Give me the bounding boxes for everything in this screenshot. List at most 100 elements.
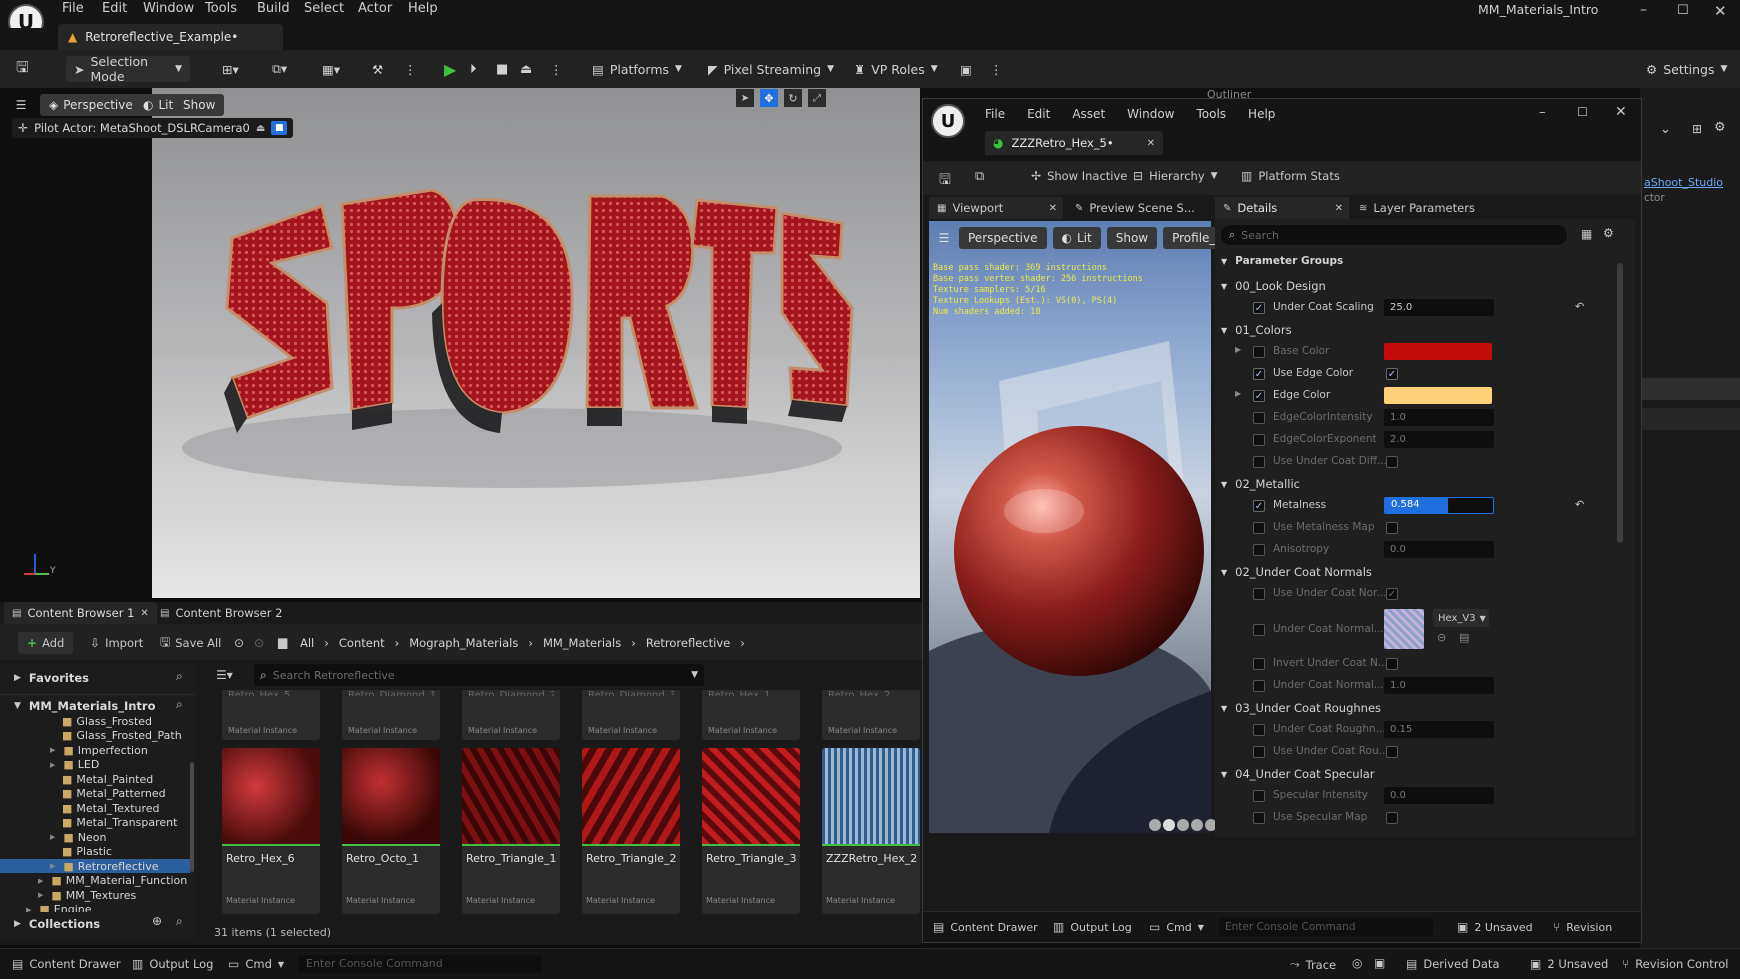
tree-item[interactable]: ■ Metal_Patterned: [0, 787, 190, 801]
collections-header[interactable]: ▶ Collections: [14, 916, 100, 932]
tree-item[interactable]: ▶ ■ LED: [0, 758, 190, 772]
output-log-button[interactable]: ▥ Output Log: [132, 957, 214, 971]
lit-button[interactable]: ◐ Lit: [1052, 227, 1101, 249]
override-checkbox[interactable]: [1253, 412, 1265, 424]
tab-viewport[interactable]: ▦ Viewport ✕: [929, 197, 1063, 219]
use-edge-color-checkbox[interactable]: ✓: [1386, 368, 1398, 380]
cube-icon[interactable]: [1191, 819, 1203, 831]
override-checkbox[interactable]: ✓: [1253, 302, 1265, 314]
menu-window[interactable]: Window: [1127, 107, 1174, 121]
show-inactive-button[interactable]: ✢ Show Inactive: [1031, 169, 1127, 183]
group-look-design[interactable]: ▼ 00_Look Design: [1221, 275, 1601, 297]
select-tool-icon[interactable]: ➤: [736, 89, 754, 107]
under-coat-scaling-field[interactable]: 25.0: [1384, 299, 1494, 316]
modes-icon[interactable]: ⚒: [372, 56, 383, 82]
chevron-right-icon[interactable]: ▶: [38, 877, 43, 885]
revision-control-button[interactable]: ⑂ Revision Control: [1622, 957, 1729, 971]
tree-item[interactable]: ▶ ■ Neon: [0, 830, 190, 844]
tree-item[interactable]: ▶ ■ Engine: [0, 903, 190, 912]
parameter-groups-header[interactable]: ▼ Parameter Groups: [1221, 251, 1611, 271]
screenshot-icon[interactable]: ▣: [1374, 956, 1385, 970]
breadcrumb-mm-materials[interactable]: MM_Materials: [543, 636, 621, 650]
history-forward-icon[interactable]: ⊙: [254, 636, 264, 650]
blueprint-icon[interactable]: ⧉▾: [272, 56, 287, 82]
chevron-right-icon[interactable]: ▶: [38, 891, 43, 899]
close-icon[interactable]: ✕: [140, 608, 148, 619]
details-scrollbar[interactable]: [1617, 263, 1623, 543]
pixel-streaming-button[interactable]: ◤ Pixel Streaming ▼: [708, 56, 834, 82]
override-checkbox[interactable]: ✓: [1253, 390, 1265, 402]
output-log-button[interactable]: ▥ Output Log: [1053, 920, 1132, 934]
browse-icon[interactable]: ▤: [1459, 631, 1469, 644]
menu-help[interactable]: Help: [1248, 107, 1275, 121]
browse-icon[interactable]: ⧉: [975, 169, 984, 184]
group-colors[interactable]: ▼ 01_Colors: [1221, 319, 1601, 341]
tab-layer-parameters[interactable]: ≋ Layer Parameters: [1359, 197, 1475, 219]
group-under-coat-roughness[interactable]: ▼ 03_Under Coat Roughnes: [1221, 697, 1601, 719]
history-back-icon[interactable]: ⊙: [234, 636, 244, 650]
record-icon[interactable]: ◎: [1352, 956, 1362, 970]
override-checkbox[interactable]: [1253, 456, 1265, 468]
perspective-button[interactable]: ◈ Perspective: [40, 94, 142, 116]
cinematics-icon[interactable]: ▦▾: [322, 56, 340, 82]
unsaved-button[interactable]: ▣ 2 Unsaved: [1457, 920, 1533, 934]
eject-icon[interactable]: ⏏: [520, 56, 532, 82]
viewport-menu-icon[interactable]: ☰: [935, 229, 953, 247]
breadcrumb-all[interactable]: All: [300, 636, 314, 650]
edge-color-swatch[interactable]: [1384, 387, 1492, 404]
normal-texture-picker[interactable]: Hex_V3 ▼: [1433, 609, 1489, 627]
tab-content-browser-1[interactable]: ▤ Content Browser 1 ✕: [4, 602, 157, 624]
tab-content-browser-2[interactable]: ▤ Content Browser 2: [152, 602, 290, 624]
menu-actor[interactable]: Actor: [358, 1, 392, 16]
asset-tile[interactable]: Retro_Triangle_2 Material Instance: [582, 748, 680, 914]
save-icon[interactable]: 🖫: [16, 56, 29, 82]
more-icon[interactable]: ⋮: [404, 56, 417, 82]
search-icon[interactable]: ⌕: [176, 697, 183, 712]
stop-icon[interactable]: ■: [496, 56, 508, 82]
add-actor-icon[interactable]: ⊞▾: [222, 56, 239, 82]
tree-scrollbar[interactable]: [190, 762, 194, 872]
override-checkbox[interactable]: ✓: [1253, 368, 1265, 380]
override-checkbox[interactable]: [1253, 544, 1265, 556]
anisotropy-field[interactable]: 0.0: [1384, 541, 1494, 558]
metalness-slider[interactable]: 0.584: [1384, 497, 1494, 514]
tree-item[interactable]: ■ Metal_Transparent: [0, 816, 190, 830]
breadcrumb-mograph[interactable]: Mograph_Materials: [409, 636, 518, 650]
asset-tile[interactable]: Retro_Hex_5 Material Instance: [222, 690, 320, 740]
table-view-icon[interactable]: ▦: [1581, 227, 1592, 241]
override-checkbox[interactable]: [1253, 658, 1265, 670]
chevron-right-icon[interactable]: ▶: [50, 862, 55, 870]
maximize-icon[interactable]: ☐: [1577, 105, 1588, 119]
pilot-actor-bar[interactable]: ✛ Pilot Actor: MetaShoot_DSLRCamera0 ⏏ ■: [12, 118, 294, 138]
hierarchy-button[interactable]: ⊟ Hierarchy ▼: [1133, 169, 1218, 183]
breadcrumb-retroreflective[interactable]: Retroreflective: [646, 636, 730, 650]
sphere-icon[interactable]: [1163, 819, 1175, 831]
close-icon[interactable]: ✕: [1615, 104, 1627, 120]
menu-edit[interactable]: Edit: [102, 1, 127, 16]
add-button[interactable]: + Add: [18, 632, 74, 654]
tab-details[interactable]: ✎ Details ✕: [1215, 197, 1349, 219]
sequencer-icon[interactable]: ▣: [960, 56, 972, 82]
minimize-icon[interactable]: –: [1640, 2, 1647, 18]
use-selected-icon[interactable]: ⊝: [1437, 631, 1446, 644]
invert-normal-checkbox[interactable]: [1386, 658, 1398, 670]
tree-item[interactable]: ▶ ■ Imperfection: [0, 743, 190, 757]
override-checkbox[interactable]: ✓: [1253, 500, 1265, 512]
tree-item[interactable]: ■ Glass_Frosted_Path: [0, 729, 190, 743]
menu-edit[interactable]: Edit: [1027, 107, 1050, 121]
group-metallic[interactable]: ▼ 02_Metallic: [1221, 473, 1601, 495]
menu-build[interactable]: Build: [257, 1, 290, 16]
favorites-header[interactable]: ▶ Favorites: [14, 670, 194, 686]
add-collection-icon[interactable]: ⊕: [152, 914, 162, 928]
root-folder-header[interactable]: ▼ MM_Materials_Intro: [14, 698, 156, 714]
menu-tools[interactable]: Tools: [1196, 107, 1226, 121]
tree-item[interactable]: ▶ ■ MM_Material_Function: [0, 874, 190, 888]
outliner-selected-row[interactable]: [1640, 378, 1740, 400]
platform-stats-button[interactable]: ▥ Platform Stats: [1241, 169, 1340, 183]
eject-icon[interactable]: ⏏: [256, 123, 265, 134]
search-icon[interactable]: ⌕: [176, 669, 183, 684]
level-viewport[interactable]: [152, 88, 920, 598]
platforms-button[interactable]: ▤ Platforms ▼: [592, 56, 682, 82]
override-checkbox[interactable]: [1253, 522, 1265, 534]
revision-button[interactable]: ⑂ Revision: [1553, 920, 1612, 934]
